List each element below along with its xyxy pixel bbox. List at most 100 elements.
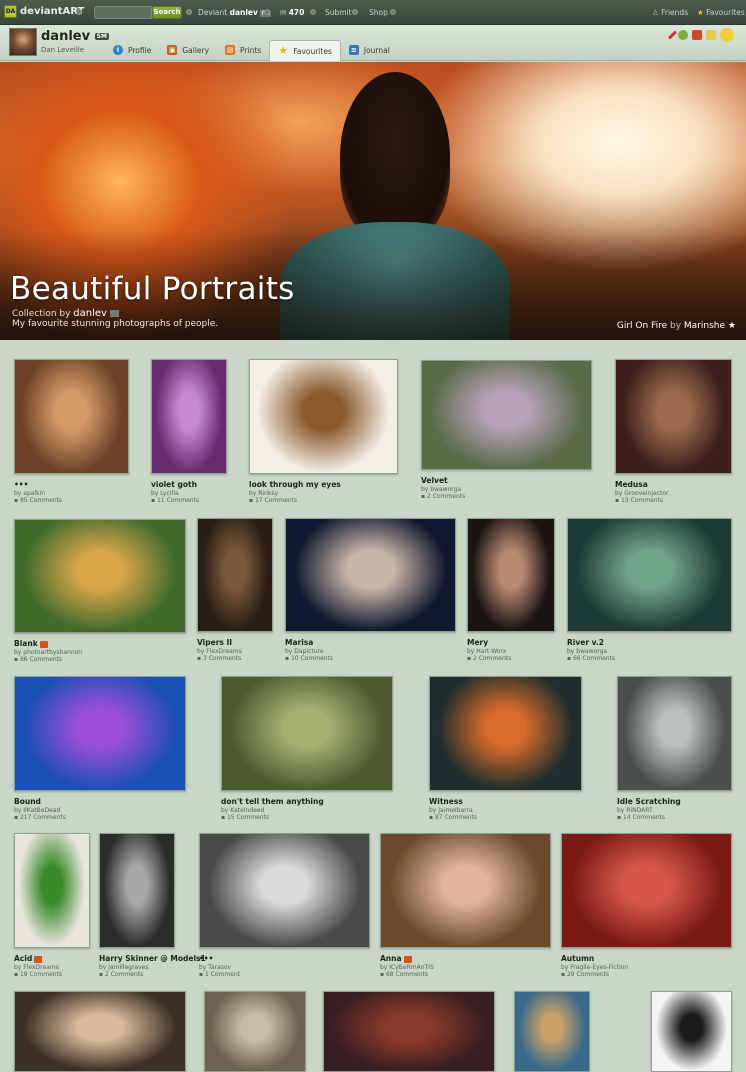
gallery-thumbnail[interactable] — [323, 991, 495, 1072]
artwork-comments-link[interactable]: ▪ 2 Comments — [421, 493, 465, 500]
artwork-comments-link[interactable]: ▪ 66 Comments — [567, 655, 615, 662]
artwork-comments-link[interactable]: ▪ 85 Comments — [14, 497, 62, 504]
menu-dot-icon[interactable] — [76, 9, 82, 15]
tab-prints[interactable]: ▤ Prints — [217, 40, 269, 60]
artwork-title-link[interactable]: violet goth — [151, 480, 199, 489]
artwork-author-link[interactable]: by IIKatBeDead — [14, 807, 66, 814]
artwork-author-link[interactable]: by RiNDART — [617, 807, 681, 814]
gallery-thumbnail[interactable] — [197, 518, 273, 632]
deviantart-logo[interactable]: DA deviantART — [4, 5, 84, 18]
artwork-comments-link[interactable]: ▪ 87 Comments — [429, 814, 477, 821]
artwork-comments-link[interactable]: ▪ 14 Comments — [617, 814, 681, 821]
gallery-thumbnail[interactable] — [14, 519, 186, 633]
artwork-author-link[interactable]: by JaimeIbarra — [429, 807, 477, 814]
artwork-title-link[interactable]: Bound — [14, 797, 66, 806]
gallery-thumbnail[interactable] — [221, 676, 393, 791]
artwork-title-link[interactable]: Idle Scratching — [617, 797, 681, 806]
favourites-link[interactable]: ★ Favourites — [697, 8, 745, 17]
artwork-author-link[interactable]: by FlexDreams — [197, 648, 242, 655]
artwork-comments-link[interactable]: ▪ 86 Comments — [14, 656, 82, 663]
deviant-dropdown-icon[interactable] — [264, 9, 270, 15]
submit-link[interactable]: Submit — [325, 8, 352, 17]
artwork-title-link[interactable]: River v.2 — [567, 638, 615, 647]
gallery-thumbnail[interactable] — [249, 359, 398, 474]
artwork-author-link[interactable]: by bwaworga — [567, 648, 615, 655]
artwork-comments-link[interactable]: ▪ 1 Comment — [199, 971, 240, 978]
banner-credit-title[interactable]: Girl On Fire — [617, 321, 667, 331]
collection-owner-link[interactable]: danlev — [73, 308, 107, 319]
artwork-comments-link[interactable]: ▪ 68 Comments — [380, 971, 434, 978]
artwork-author-link[interactable]: by Grooveinjector — [615, 490, 668, 497]
search-input[interactable] — [94, 6, 152, 19]
gift-icon[interactable] — [692, 30, 702, 40]
artwork-comments-link[interactable]: ▪ 217 Comments — [14, 814, 66, 821]
artwork-title-link[interactable]: Witness — [429, 797, 477, 806]
notifications[interactable]: ✉ 470 — [280, 8, 304, 17]
artwork-author-link[interactable]: by photoartbyshannon — [14, 649, 82, 656]
friends-link[interactable]: ♙ Friends — [652, 8, 688, 17]
profile-username[interactable]: danlev SM — [41, 29, 109, 44]
artwork-title-link[interactable]: Harry Skinner @ Models1 — [99, 954, 206, 963]
artwork-title-link[interactable]: ••• — [14, 480, 62, 489]
shop-dropdown-icon[interactable] — [390, 9, 396, 15]
artwork-title-link[interactable]: Acid — [14, 954, 62, 963]
gallery-thumbnail[interactable] — [651, 991, 732, 1072]
gallery-thumbnail[interactable] — [151, 359, 227, 474]
search-options-dot-icon[interactable] — [186, 9, 192, 15]
collection-banner[interactable]: Beautiful Portraits Collection by danlev… — [0, 62, 746, 340]
gallery-thumbnail[interactable] — [99, 833, 175, 948]
artwork-comments-link[interactable]: ▪ 17 Comments — [249, 497, 341, 504]
artwork-author-link[interactable]: by jamillegraves — [99, 964, 206, 971]
brush-icon[interactable] — [667, 30, 678, 40]
gallery-thumbnail[interactable] — [285, 518, 456, 632]
artwork-author-link[interactable]: by ICyBeRmAnTIS — [380, 964, 434, 971]
artwork-title-link[interactable]: Vipers II — [197, 638, 242, 647]
gallery-thumbnail[interactable] — [567, 518, 732, 632]
submit-dropdown-icon[interactable] — [352, 9, 358, 15]
tab-profile[interactable]: i Profile — [105, 40, 159, 60]
artwork-comments-link[interactable]: ▪ 2 Comments — [467, 655, 511, 662]
artwork-author-link[interactable]: by apalkin — [14, 490, 62, 497]
gallery-thumbnail[interactable] — [514, 991, 590, 1072]
artwork-author-link[interactable]: by Fragile-Eyes-Fiction — [561, 964, 628, 971]
gallery-thumbnail[interactable] — [199, 833, 370, 948]
tab-favourites[interactable]: ★ Favourites — [269, 40, 341, 61]
artwork-title-link[interactable]: Marisa — [285, 638, 333, 647]
banner-credit-artist[interactable]: Marinshe — [684, 321, 725, 331]
gallery-thumbnail[interactable] — [14, 833, 90, 948]
artwork-title-link[interactable]: Anna — [380, 954, 434, 963]
gallery-thumbnail[interactable] — [380, 833, 551, 948]
artwork-author-link[interactable]: by KateIndeed — [221, 807, 324, 814]
tab-gallery[interactable]: ▣ Gallery — [159, 40, 217, 60]
artwork-title-link[interactable]: Mery — [467, 638, 511, 647]
gallery-thumbnail[interactable] — [617, 676, 732, 791]
artwork-comments-link[interactable]: ▪ 10 Comments — [285, 655, 333, 662]
gallery-thumbnail[interactable] — [561, 833, 732, 948]
artwork-title-link[interactable]: look through my eyes — [249, 480, 341, 489]
artwork-author-link[interactable]: by FlexDreams — [14, 964, 62, 971]
emoticon-icon[interactable] — [720, 28, 734, 42]
artwork-comments-link[interactable]: ▪ 11 Comments — [151, 497, 199, 504]
llama-icon[interactable] — [678, 30, 688, 40]
artwork-title-link[interactable]: Blank — [14, 639, 82, 648]
artwork-author-link[interactable]: by bwaworga — [421, 486, 465, 493]
artwork-title-link[interactable]: Velvet — [421, 476, 465, 485]
artwork-author-link[interactable]: by Rinksy — [249, 490, 341, 497]
artwork-comments-link[interactable]: ▪ 2 Comments — [99, 971, 206, 978]
artwork-title-link[interactable]: Autumn — [561, 954, 628, 963]
artwork-title-link[interactable]: don't tell them anything — [221, 797, 324, 806]
search-button[interactable]: Search — [152, 6, 182, 19]
deviant-menu[interactable]: Deviant danlev PM — [198, 8, 272, 17]
gallery-thumbnail[interactable] — [14, 991, 186, 1072]
artwork-comments-link[interactable]: ▪ 29 Comments — [561, 971, 628, 978]
gallery-thumbnail[interactable] — [14, 676, 186, 791]
tab-journal[interactable]: ≡ Journal — [341, 40, 398, 60]
gallery-thumbnail[interactable] — [421, 360, 592, 470]
shop-link[interactable]: Shop — [369, 8, 388, 17]
artwork-author-link[interactable]: by Tarasov — [199, 964, 240, 971]
artwork-comments-link[interactable]: ▪ 15 Comments — [221, 814, 324, 821]
artwork-author-link[interactable]: by Dapicture — [285, 648, 333, 655]
gallery-thumbnail[interactable] — [467, 518, 555, 632]
gallery-thumbnail[interactable] — [615, 359, 732, 474]
artwork-comments-link[interactable]: ▪ 18 Comments — [14, 971, 62, 978]
